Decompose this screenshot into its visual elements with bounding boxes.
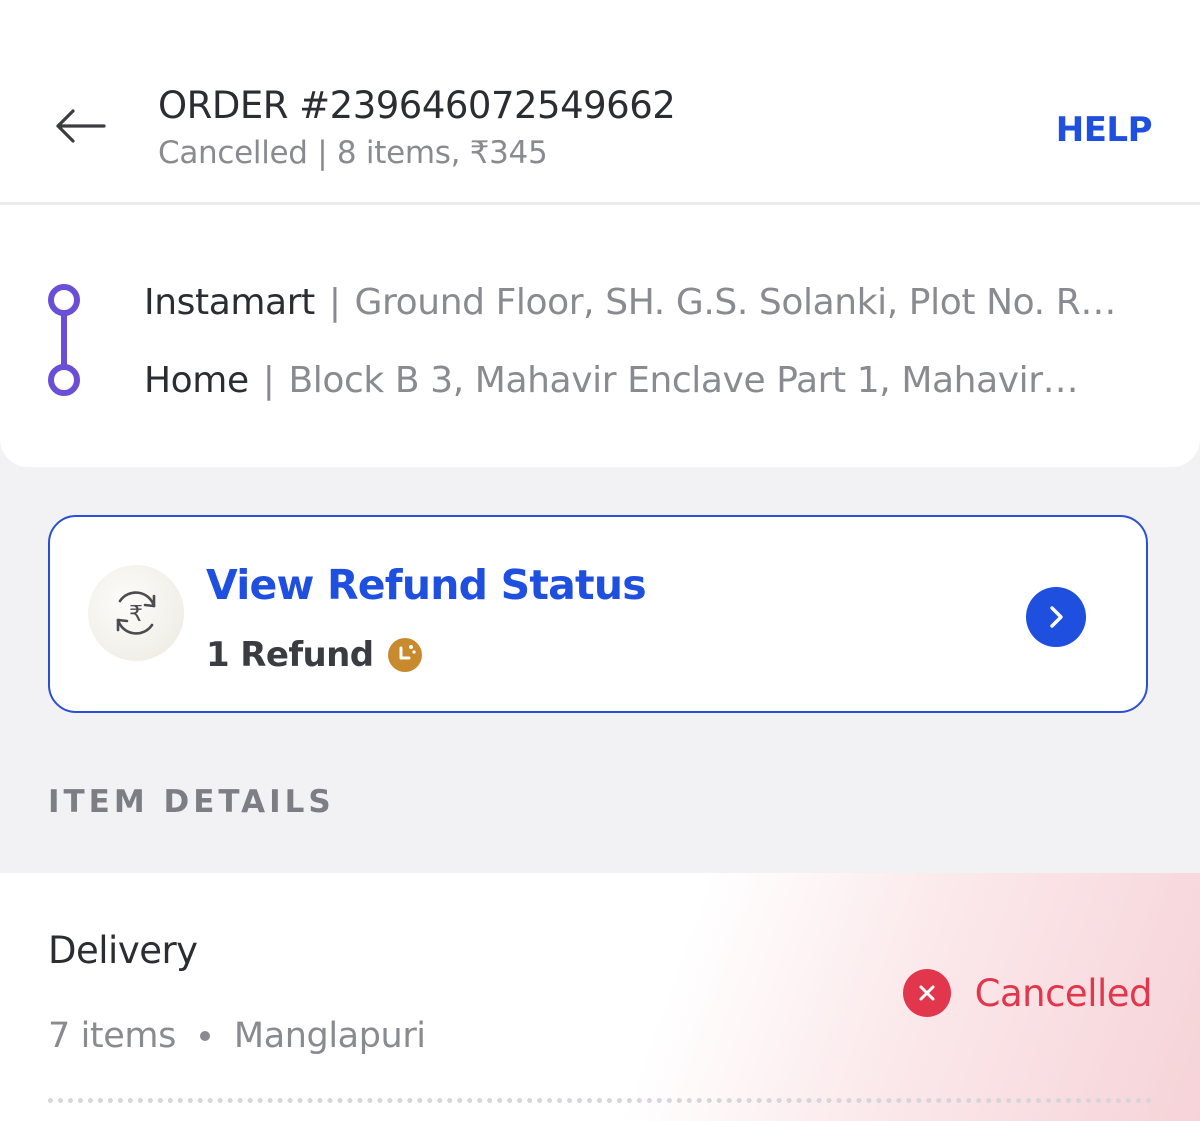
- delivery-label: Home: [144, 360, 249, 401]
- address-separator: |: [262, 360, 275, 401]
- delivery-location: Manglapuri: [233, 1016, 426, 1056]
- rupee-refresh-icon: ₹: [88, 565, 184, 661]
- dot-separator: [199, 1031, 210, 1041]
- delivery-address-text: Block B 3, Mahavir Enclave Part 1, Mahav…: [288, 360, 1079, 401]
- arrow-left-icon: [56, 109, 106, 143]
- delivery-title: Delivery: [48, 929, 198, 972]
- address-separator: |: [328, 282, 341, 323]
- delivery-meta: 7 items Manglapuri: [48, 1016, 426, 1056]
- delivery-section: Delivery 7 items Manglapuri Cancelled: [0, 873, 1200, 1121]
- refund-title: View Refund Status: [206, 561, 647, 609]
- status-badge: Cancelled: [902, 969, 1153, 1017]
- route-icon: [48, 284, 80, 396]
- address-card: [0, 205, 1200, 467]
- close-circle-icon: [902, 969, 951, 1017]
- status-text: Cancelled: [974, 971, 1153, 1015]
- order-title: ORDER #239646072549662: [158, 84, 676, 127]
- delivery-address: Home | Block B 3, Mahavir Enclave Part 1, …: [144, 360, 1104, 401]
- chevron-right-icon: [1050, 606, 1063, 628]
- svg-text:₹: ₹: [129, 602, 143, 627]
- refund-status-card[interactable]: ₹ View Refund Status 1 Refund: [48, 515, 1148, 713]
- delivery-item-count: 7 items: [48, 1016, 176, 1056]
- dotted-divider: [48, 1098, 1152, 1103]
- pickup-label: Instamart: [144, 282, 315, 323]
- order-header: ORDER #239646072549662 Cancelled | 8 ite…: [0, 0, 1200, 205]
- pickup-address: Instamart | Ground Floor, SH. G.S. Solanki…: [144, 282, 1144, 323]
- pickup-address-text: Ground Floor, SH. G.S. Solanki, Plot No.…: [354, 282, 1117, 323]
- pending-clock-icon: [387, 637, 423, 673]
- back-button[interactable]: [52, 104, 108, 148]
- item-details-heading: ITEM DETAILS: [48, 784, 335, 820]
- refund-count-text: 1 Refund: [206, 635, 374, 675]
- help-button[interactable]: HELP: [1056, 110, 1153, 150]
- order-summary: Cancelled | 8 items, ₹345: [158, 135, 548, 171]
- refund-arrow-button[interactable]: [1026, 587, 1086, 647]
- refund-count: 1 Refund: [206, 635, 423, 675]
